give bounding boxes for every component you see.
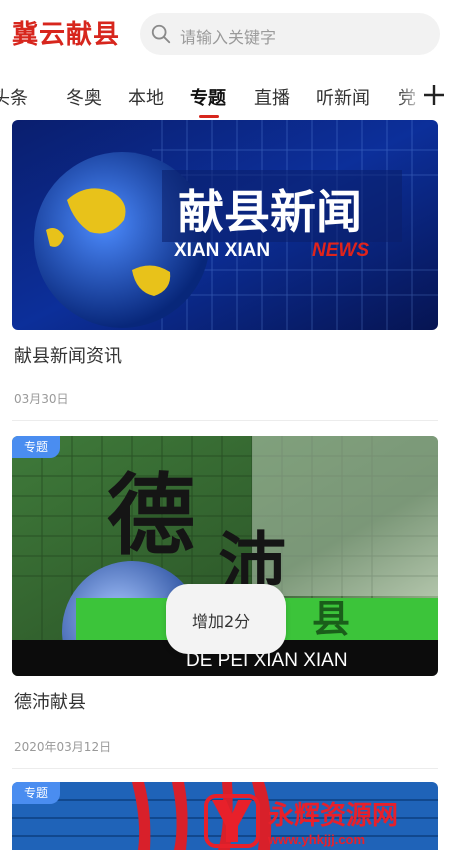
- top-header: 冀云献县 请输入关键字: [0, 0, 450, 72]
- article-thumbnail[interactable]: 专题: [12, 782, 438, 850]
- topic-badge: 专题: [12, 436, 60, 458]
- tab-topics[interactable]: 专题: [190, 84, 226, 110]
- banner-char-de: 德: [107, 463, 195, 567]
- banner-char-xian: 县: [312, 596, 350, 641]
- article-date: 03月30日: [14, 392, 69, 406]
- banner-title-en: XIAN XIAN: [174, 240, 270, 261]
- search-icon: [151, 24, 171, 44]
- article-image: [12, 782, 438, 850]
- article-title[interactable]: 德沛献县: [14, 688, 86, 714]
- topic-badge: 专题: [12, 782, 60, 804]
- article-date: 2020年03月12日: [14, 740, 112, 754]
- plus-icon[interactable]: [421, 82, 447, 108]
- banner-news-text: NEWS: [312, 240, 369, 261]
- tab-live[interactable]: 直播: [254, 84, 290, 110]
- article-thumbnail[interactable]: 献县新闻 XIAN XIAN NEWS: [12, 120, 438, 330]
- tab-audio-news[interactable]: 听新闻: [316, 84, 370, 110]
- channel-tabs: 头条 冬奥 本地 专题 直播 听新闻 党: [0, 72, 450, 120]
- tab-winter-olympics[interactable]: 冬奥: [66, 84, 102, 110]
- search-placeholder: 请输入关键字: [180, 28, 277, 47]
- active-tab-indicator: [199, 115, 219, 118]
- tab-headlines[interactable]: 头条: [0, 84, 28, 110]
- divider: [12, 420, 438, 421]
- app-screen: 冀云献县 请输入关键字 头条 冬奥 本地 专题 直播 听新闻 党: [0, 0, 450, 850]
- points-toast: 增加2分: [166, 584, 286, 654]
- divider: [12, 768, 438, 769]
- article-card[interactable]: 献县新闻 XIAN XIAN NEWS 献县新闻资讯 03月30日: [12, 120, 438, 406]
- toast-text: 增加2分: [192, 612, 251, 631]
- app-title: 冀云献县: [12, 20, 121, 50]
- article-card[interactable]: 专题: [12, 782, 438, 850]
- tab-local[interactable]: 本地: [128, 84, 164, 110]
- banner-title-cn: 献县新闻: [178, 185, 362, 239]
- search-bar[interactable]: 请输入关键字: [140, 13, 440, 55]
- article-title[interactable]: 献县新闻资讯: [14, 342, 122, 368]
- news-banner-image: 献县新闻 XIAN XIAN NEWS: [12, 120, 438, 330]
